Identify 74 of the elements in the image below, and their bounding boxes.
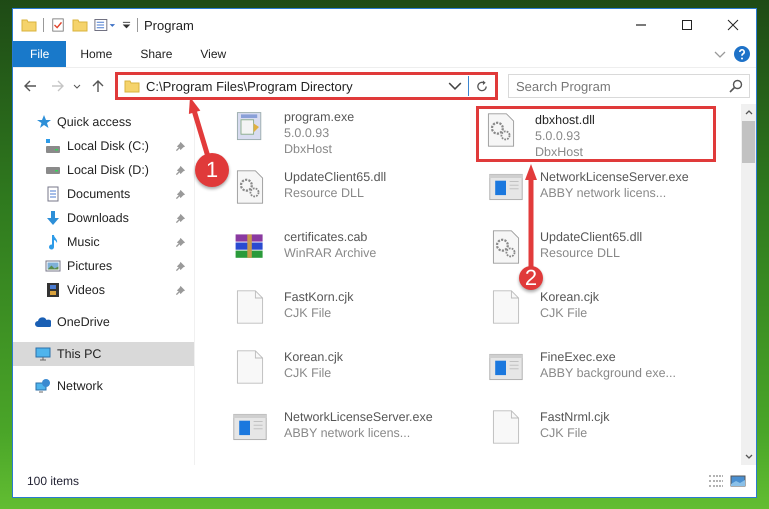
sidebar-item[interactable]: Local Disk (D:) bbox=[13, 158, 194, 182]
file-name[interactable]: certificates.cab bbox=[284, 229, 376, 245]
back-icon[interactable] bbox=[23, 80, 37, 92]
recent-caret-icon[interactable] bbox=[73, 84, 81, 88]
file-detail: Resource DLL bbox=[540, 245, 621, 261]
sidebar-item[interactable]: Quick access bbox=[13, 110, 194, 134]
file-detail: ABBY network licens... bbox=[540, 185, 668, 201]
file-detail: Resource DLL bbox=[284, 185, 365, 201]
file-name[interactable]: FastKorn.cjk bbox=[284, 289, 354, 305]
sidebar-item[interactable]: This PC bbox=[13, 342, 194, 366]
sidebar-item[interactable]: Music bbox=[13, 230, 194, 254]
file-name[interactable]: NetworkLicenseServer.exe bbox=[284, 409, 433, 425]
expand-ribbon-icon[interactable] bbox=[714, 50, 726, 58]
address-field[interactable]: C:\Program Files\Program Directory bbox=[115, 72, 498, 100]
dropdown-caret-icon[interactable] bbox=[448, 80, 462, 92]
download-icon bbox=[45, 210, 61, 226]
close-icon[interactable] bbox=[727, 19, 739, 31]
star-icon bbox=[35, 114, 51, 130]
ribbon-tab[interactable]: View bbox=[186, 41, 240, 67]
item-count: 100 items bbox=[27, 474, 80, 488]
details-view-icon[interactable] bbox=[708, 475, 724, 487]
scroll-up-icon[interactable] bbox=[744, 110, 752, 115]
file-name[interactable]: UpdateClient65.dll bbox=[284, 169, 386, 185]
sidebar-item[interactable]: Videos bbox=[13, 278, 194, 302]
sidebar-item[interactable]: Network bbox=[13, 374, 194, 398]
sidebar-item[interactable]: Local Disk (C:) bbox=[13, 134, 194, 158]
picture-icon bbox=[45, 258, 61, 274]
network-icon bbox=[35, 378, 51, 394]
folder-icon bbox=[124, 79, 140, 93]
scrollbar[interactable] bbox=[741, 104, 756, 465]
file-detail: WinRAR Archive bbox=[284, 245, 376, 261]
help-icon[interactable] bbox=[734, 46, 750, 62]
file-detail: ABBY network licens... bbox=[284, 425, 412, 441]
file-detail: DbxHost bbox=[535, 144, 584, 160]
customize-caret-icon[interactable] bbox=[122, 21, 131, 29]
refresh-icon[interactable] bbox=[475, 80, 489, 92]
scroll-down-icon[interactable] bbox=[744, 454, 752, 459]
file-detail: CJK File bbox=[284, 365, 332, 381]
file-name[interactable]: Korean.cjk bbox=[540, 289, 600, 305]
scroll-thumb[interactable] bbox=[742, 121, 755, 163]
checklist-icon[interactable] bbox=[50, 18, 66, 32]
ribbon-tab[interactable]: Share bbox=[126, 41, 186, 67]
file-detail: ABBY background exe... bbox=[540, 365, 676, 381]
drive-icon bbox=[45, 138, 61, 154]
sidebar-item[interactable]: OneDrive bbox=[13, 310, 194, 334]
properties-icon[interactable] bbox=[94, 18, 116, 32]
file-detail: CJK File bbox=[540, 305, 588, 321]
sidebar-item[interactable]: Downloads bbox=[13, 206, 194, 230]
sidebar-item[interactable]: Pictures bbox=[13, 254, 194, 278]
ribbon-tab[interactable]: File bbox=[13, 41, 66, 67]
file-name[interactable]: NetworkLicenseServer.exe bbox=[540, 169, 689, 185]
monitor-icon bbox=[35, 346, 51, 362]
file-detail: CJK File bbox=[540, 425, 588, 441]
tiles-view-icon[interactable] bbox=[730, 475, 746, 487]
address-path: C:\Program Files\Program Directory bbox=[146, 78, 354, 94]
search-field[interactable]: Search Program bbox=[508, 74, 750, 98]
file-name[interactable]: FastNrml.cjk bbox=[540, 409, 610, 425]
file-name[interactable]: dbxhost.dll bbox=[535, 112, 595, 128]
file-name[interactable]: FineExec.exe bbox=[540, 349, 676, 365]
file-detail: 5.0.0.93 bbox=[284, 125, 330, 141]
file-detail: DbxHost bbox=[284, 141, 333, 157]
file-name[interactable]: program.exe bbox=[284, 109, 354, 125]
film-icon bbox=[45, 282, 61, 298]
ribbon-tab[interactable]: Home bbox=[66, 41, 126, 67]
maximize-icon[interactable] bbox=[681, 19, 693, 31]
window-title: Program bbox=[144, 18, 194, 32]
search-icon[interactable] bbox=[729, 79, 743, 93]
file-detail: CJK File bbox=[284, 305, 332, 321]
sidebar-item[interactable]: Documents bbox=[13, 182, 194, 206]
file-name[interactable]: Korean.cjk bbox=[284, 349, 344, 365]
file-detail: 5.0.0.93 bbox=[535, 128, 582, 144]
document-icon bbox=[45, 186, 61, 202]
file-name[interactable]: UpdateClient65.dll bbox=[540, 229, 642, 245]
up-icon[interactable] bbox=[91, 80, 105, 92]
